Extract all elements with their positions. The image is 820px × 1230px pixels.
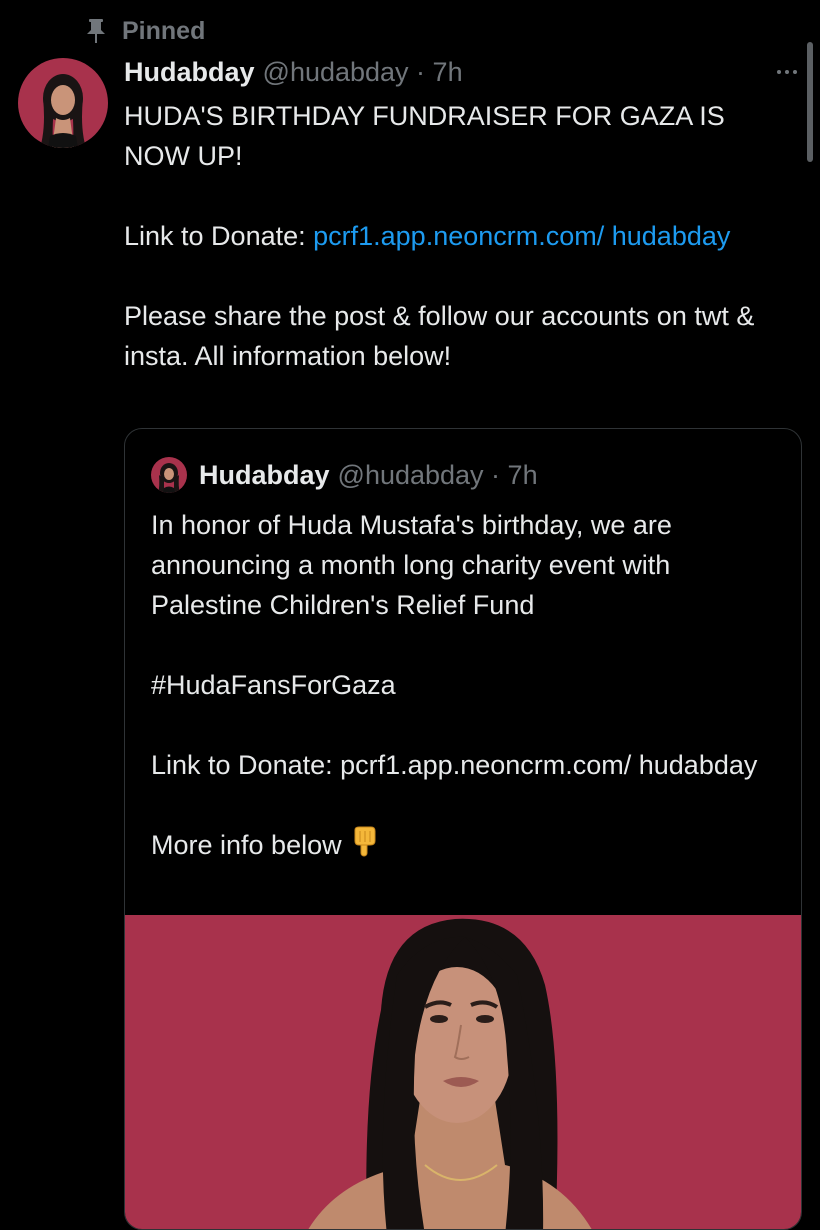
scrollbar[interactable] bbox=[807, 42, 813, 162]
quote-header: Hudabday @hudabday · 7h bbox=[151, 457, 538, 493]
quote-avatar bbox=[151, 457, 187, 493]
post-header: Hudabday @hudabday · 7h bbox=[124, 54, 463, 90]
quote-text: In honor of Huda Mustafa's birthday, we … bbox=[151, 505, 781, 869]
quote-photo[interactable] bbox=[125, 915, 801, 1229]
quote-intro: In honor of Huda Mustafa's birthday, we … bbox=[151, 510, 672, 620]
backhand-index-pointing-down-icon bbox=[352, 826, 378, 869]
quoted-post[interactable]: Hudabday @hudabday · 7h In honor of Huda… bbox=[124, 428, 802, 1230]
pinned-indicator: Pinned bbox=[84, 14, 205, 48]
quote-donate-text: Link to Donate: pcrf1.app.neoncrm.com/ h… bbox=[151, 750, 758, 780]
author-handle-and-time[interactable]: @hudabday · 7h bbox=[263, 57, 463, 88]
pinned-label: Pinned bbox=[122, 16, 206, 45]
author-display-name[interactable]: Hudabday bbox=[124, 57, 255, 88]
post-headline: HUDA'S BIRTHDAY FUNDRAISER FOR GAZA IS N… bbox=[124, 101, 725, 171]
more-info-label: More info below bbox=[151, 830, 342, 860]
quote-handle-and-time: @hudabday · 7h bbox=[337, 459, 538, 490]
more-horizontal-icon[interactable] bbox=[770, 60, 804, 84]
quote-display-name: Hudabday bbox=[199, 459, 330, 490]
post-donate-line: Link to Donate: pcrf1.app.neoncrm.com/ h… bbox=[124, 216, 790, 256]
donate-prefix: Link to Donate: bbox=[124, 221, 314, 251]
post-share-text: Please share the post & follow our accou… bbox=[124, 301, 755, 371]
donate-link[interactable]: pcrf1.app.neoncrm.com/ hudabday bbox=[313, 221, 730, 251]
post-text: HUDA'S BIRTHDAY FUNDRAISER FOR GAZA IS N… bbox=[124, 96, 790, 376]
quote-more-info: More info below bbox=[151, 825, 781, 869]
avatar[interactable] bbox=[18, 58, 108, 148]
pin-icon bbox=[84, 17, 108, 45]
quote-hashtag: #HudaFansForGaza bbox=[151, 670, 396, 700]
